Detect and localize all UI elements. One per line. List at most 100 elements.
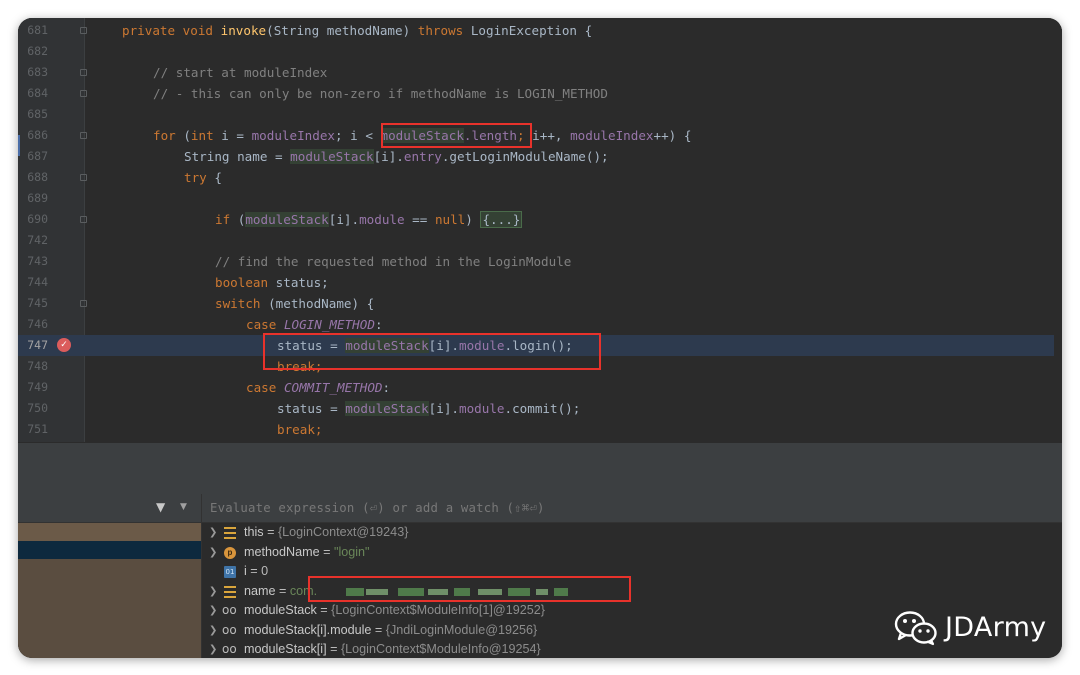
code-comment: // find the requested method in the Logi… (215, 254, 572, 269)
fold-icon[interactable] (80, 27, 87, 34)
line-number: 747 (27, 338, 48, 352)
line-number: 742 (27, 233, 48, 247)
fold-icon[interactable] (80, 216, 87, 223)
variable-row[interactable]: ❯ name = com. (202, 582, 1062, 602)
collapsed-block[interactable]: {...} (480, 211, 523, 228)
current-execution-line[interactable]: 747 ✓ status = moduleStack[i].module.log… (18, 335, 1062, 356)
variable-row[interactable]: 01 i = 0 (202, 562, 1062, 582)
chevron-down-icon[interactable]: ▼ (180, 502, 187, 512)
line-number: 687 (27, 149, 48, 163)
chevron-right-icon[interactable]: ❯ (209, 523, 217, 543)
fold-icon[interactable] (80, 300, 87, 307)
code-text: case LOGIN_METHOD: (246, 317, 383, 332)
line-number: 688 (27, 170, 48, 184)
code-line[interactable]: 748 break; (18, 356, 1062, 377)
code-line[interactable]: 684 // - this can only be non-zero if me… (18, 83, 1062, 104)
param-icon: p (224, 546, 236, 559)
redacted-text (478, 588, 502, 595)
line-number: 681 (27, 23, 48, 37)
code-text: for (int i = moduleIndex; i < moduleStac… (153, 128, 692, 143)
code-line[interactable]: 687 String name = moduleStack[i].entry.g… (18, 146, 1062, 167)
code-text: switch (methodName) { (215, 296, 375, 311)
code-text: break; (277, 359, 323, 374)
frames-list[interactable] (18, 523, 201, 658)
code-line[interactable]: 749 case COMMIT_METHOD: (18, 377, 1062, 398)
code-line[interactable]: 681 private void invoke(String methodNam… (18, 20, 1062, 41)
line-number: 746 (27, 317, 48, 331)
code-line[interactable]: 746 case LOGIN_METHOD: (18, 314, 1062, 335)
variable-row[interactable]: ❯ p methodName = "login" (202, 543, 1062, 563)
code-text: private void invoke(String methodName) t… (122, 23, 593, 38)
frames-toolbar: ▼ ▼ (18, 494, 201, 523)
code-comment: // - this can only be non-zero if method… (153, 86, 608, 101)
code-line[interactable]: 743 // find the requested method in the … (18, 251, 1062, 272)
line-number: 745 (27, 296, 48, 310)
redacted-text (428, 588, 448, 595)
tool-window-bar (18, 442, 1062, 495)
field-icon (224, 527, 236, 539)
code-text: boolean status; (215, 275, 329, 290)
code-editor[interactable]: 681 private void invoke(String methodNam… (18, 18, 1062, 442)
code-text: if (moduleStack[i].module == null) {...} (215, 211, 523, 228)
code-text: break; (277, 422, 323, 437)
line-number: 684 (27, 86, 48, 100)
breakpoint-icon[interactable]: ✓ (57, 338, 71, 352)
variable-row[interactable]: ❯ this = {LoginContext@19243} (202, 523, 1062, 543)
line-number: 744 (27, 275, 48, 289)
code-line[interactable]: 682 (18, 41, 1062, 62)
code-line[interactable]: 744 boolean status; (18, 272, 1062, 293)
filter-icon[interactable]: ▼ (156, 501, 168, 513)
line-number: 743 (27, 254, 48, 268)
chevron-right-icon[interactable]: ❯ (209, 601, 217, 621)
redacted-text (346, 587, 364, 596)
editor-scrollbar[interactable] (1054, 18, 1062, 442)
field-icon (224, 585, 236, 598)
code-line[interactable]: 742 (18, 230, 1062, 251)
chevron-right-icon[interactable]: ❯ (209, 640, 217, 658)
fold-icon[interactable] (80, 90, 87, 97)
code-line[interactable]: 686 for (int i = moduleIndex; i < module… (18, 125, 1062, 146)
frame-row-selected[interactable] (18, 541, 201, 559)
line-number: 751 (27, 422, 48, 436)
watch-icon: oo (222, 603, 237, 617)
fold-icon[interactable] (80, 174, 87, 181)
code-line[interactable]: 683 // start at moduleIndex (18, 62, 1062, 83)
fold-icon[interactable] (80, 132, 87, 139)
watermark: JDArmy (894, 606, 1062, 650)
code-text: status = moduleStack[i].module.login(); (277, 338, 573, 353)
watch-icon: oo (222, 622, 237, 637)
code-line[interactable]: 751 break; (18, 419, 1062, 440)
code-line[interactable]: 745 switch (methodName) { (18, 293, 1062, 314)
line-number: 682 (27, 44, 48, 58)
line-number: 690 (27, 212, 48, 226)
line-number: 689 (27, 191, 48, 205)
primitive-icon: 01 (224, 566, 236, 578)
redacted-text (398, 587, 424, 596)
code-comment: // start at moduleIndex (153, 65, 328, 80)
chevron-right-icon[interactable]: ❯ (209, 543, 217, 563)
code-line[interactable]: 685 (18, 104, 1062, 125)
chevron-right-icon[interactable]: ❯ (209, 582, 217, 602)
fold-icon[interactable] (80, 69, 87, 76)
watch-icon: oo (222, 642, 237, 656)
ide-window: 681 private void invoke(String methodNam… (18, 18, 1062, 658)
chevron-right-icon[interactable]: ❯ (209, 621, 217, 641)
wechat-icon (894, 611, 937, 646)
redacted-text (508, 587, 530, 596)
code-text: case COMMIT_METHOD: (246, 380, 391, 395)
evaluate-expression-input[interactable]: Evaluate expression (⏎) or add a watch (… (202, 494, 1062, 523)
evaluate-placeholder: Evaluate expression (⏎) or add a watch (… (210, 501, 545, 515)
redacted-text (366, 588, 388, 595)
redacted-text (454, 587, 470, 596)
redacted-text (554, 587, 568, 596)
line-number: 749 (27, 380, 48, 394)
code-line[interactable]: 688 try { (18, 167, 1062, 188)
line-number: 685 (27, 107, 48, 121)
line-number: 686 (27, 128, 48, 142)
frame-row[interactable] (18, 523, 201, 541)
code-line[interactable]: 690 if (moduleStack[i].module == null) {… (18, 209, 1062, 230)
code-text: String name = moduleStack[i].entry.getLo… (184, 149, 609, 164)
code-line[interactable]: 689 (18, 188, 1062, 209)
line-number: 748 (27, 359, 48, 373)
code-line[interactable]: 750 status = moduleStack[i].module.commi… (18, 398, 1062, 419)
